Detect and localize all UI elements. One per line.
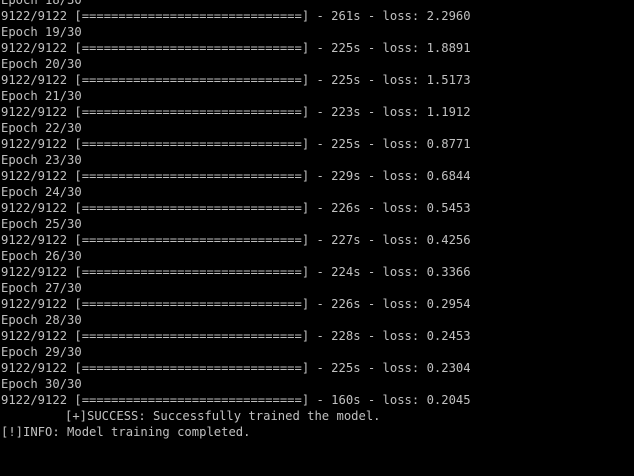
terminal-line: Epoch 23/30 [1, 153, 82, 167]
terminal-line: Epoch 18/30 [1, 0, 82, 7]
terminal-line: 9122/9122 [=============================… [1, 233, 471, 247]
terminal-line: Epoch 19/30 [1, 25, 82, 39]
terminal-line: 9122/9122 [=============================… [1, 329, 471, 343]
terminal-line: Epoch 21/30 [1, 89, 82, 103]
terminal-line: Epoch 24/30 [1, 185, 82, 199]
terminal-line: Epoch 26/30 [1, 249, 82, 263]
terminal-line: 9122/9122 [=============================… [1, 9, 471, 23]
terminal-line: Epoch 29/30 [1, 345, 82, 359]
terminal-line: Epoch 20/30 [1, 57, 82, 71]
terminal-line: Epoch 27/30 [1, 281, 82, 295]
terminal-line: 9122/9122 [=============================… [1, 105, 471, 119]
terminal-line: 9122/9122 [=============================… [1, 201, 471, 215]
terminal-line: 9122/9122 [=============================… [1, 265, 471, 279]
terminal-line: 9122/9122 [=============================… [1, 137, 471, 151]
terminal-line: Epoch 30/30 [1, 377, 82, 391]
success-message: [+]SUCCESS: Successfully trained the mod… [65, 409, 381, 423]
terminal-line: 9122/9122 [=============================… [1, 393, 471, 407]
terminal-line: Epoch 25/30 [1, 217, 82, 231]
terminal-line: 9122/9122 [=============================… [1, 41, 471, 55]
terminal-line: 9122/9122 [=============================… [1, 297, 471, 311]
terminal-line: 9122/9122 [=============================… [1, 73, 471, 87]
terminal-line: Epoch 28/30 [1, 313, 82, 327]
terminal-line: 9122/9122 [=============================… [1, 361, 471, 375]
terminal-output[interactable]: Epoch 18/30 9122/9122 [=================… [0, 0, 634, 476]
terminal-line: 9122/9122 [=============================… [1, 169, 471, 183]
terminal-line: Epoch 22/30 [1, 121, 82, 135]
info-message: [!]INFO: Model training completed. [1, 425, 251, 439]
